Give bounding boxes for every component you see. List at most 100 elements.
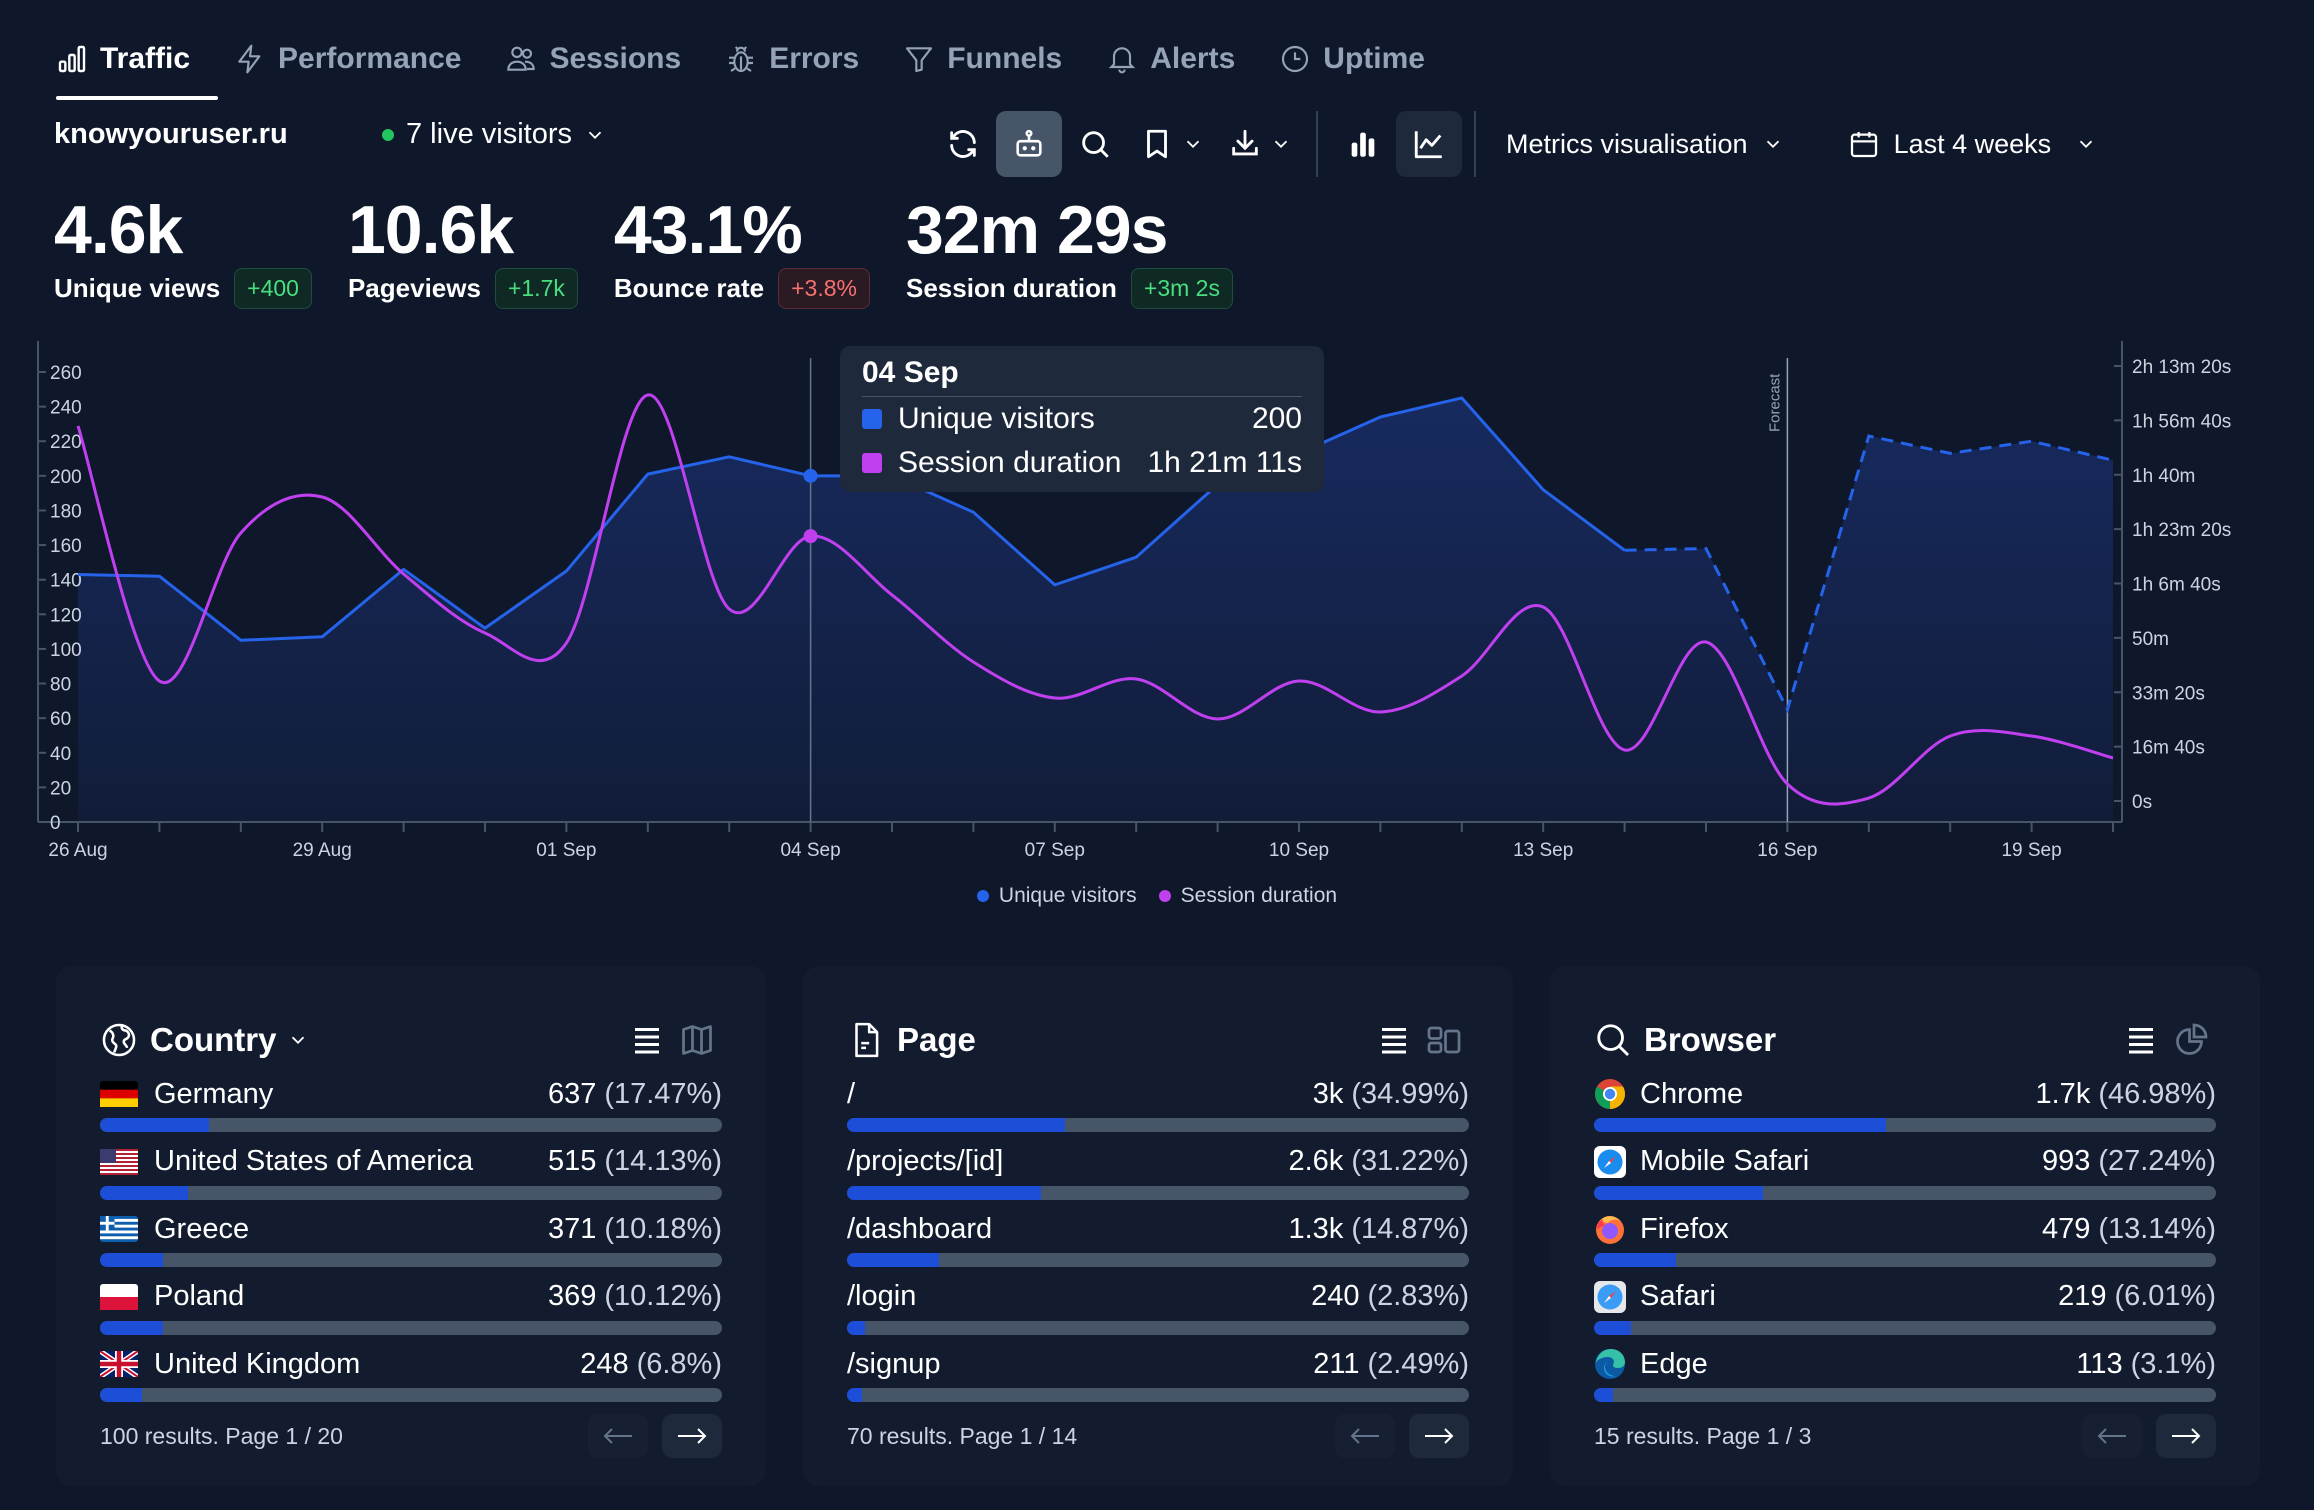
item-name: Greece xyxy=(154,1212,250,1245)
share-bar-fill xyxy=(1594,1118,1887,1132)
list-item[interactable]: Greece 371 (10.18%) xyxy=(100,1209,722,1277)
kpi-change-badge: +3m 2s xyxy=(1130,268,1233,309)
item-percent: (17.47%) xyxy=(604,1077,722,1110)
tab-errors[interactable]: Errors xyxy=(725,30,881,88)
list-item[interactable]: Edge 113 (3.1%) xyxy=(1594,1344,2216,1412)
unique-visitors-point xyxy=(803,468,818,483)
tab-label: Funnels xyxy=(947,42,1063,75)
bookmark-dropdown[interactable] xyxy=(1128,111,1216,177)
item-name: Firefox xyxy=(1640,1212,1729,1245)
legend-item-unique-visitors[interactable]: Unique visitors xyxy=(976,884,1137,908)
item-name: Germany xyxy=(154,1077,274,1110)
tab-uptime[interactable]: Uptime xyxy=(1279,30,1447,88)
list-item[interactable]: Safari 219 (6.01%) xyxy=(1594,1277,2216,1345)
forecast-label: Forecast xyxy=(1766,373,1783,432)
users-icon xyxy=(507,46,536,71)
bar-chart-view-button[interactable] xyxy=(1330,111,1396,177)
tab-performance[interactable]: Performance xyxy=(234,30,483,88)
kpi-value: 43.1% xyxy=(613,192,803,268)
metrics-visualisation-dropdown[interactable]: Metrics visualisation xyxy=(1488,111,1802,177)
live-visitors-dropdown[interactable]: 7 live visitors xyxy=(382,118,606,151)
funnel-icon xyxy=(906,47,933,73)
tab-sessions[interactable]: Sessions xyxy=(505,30,703,88)
share-bar xyxy=(1594,1185,2216,1200)
list-item[interactable]: Poland 369 (10.12%) xyxy=(100,1277,722,1345)
page-panel: Page / 3k (34.99%) /projects/[id] 2.6k (… xyxy=(803,966,1513,1486)
legend-item-session-duration[interactable]: Session duration xyxy=(1158,884,1337,908)
list-item[interactable]: /dashboard 1.3k (14.87%) xyxy=(847,1209,1469,1277)
list-icon xyxy=(2129,1028,2153,1054)
arrow-left-icon xyxy=(2097,1428,2126,1444)
panel-title[interactable]: Country xyxy=(150,1021,277,1059)
y-tick-label: 40 xyxy=(50,744,71,765)
download-dropdown[interactable] xyxy=(1216,111,1304,177)
kpi-change-badge: +400 xyxy=(234,268,312,309)
chevron-down-icon[interactable] xyxy=(287,1029,309,1051)
tooltip-row: Unique visitors 200 xyxy=(862,397,1302,441)
tiles-view-button[interactable] xyxy=(1419,1015,1469,1065)
kpi-session-duration[interactable]: 32m 29s Session duration +3m 2s xyxy=(906,190,1233,309)
y-tick-label: 0 xyxy=(50,813,61,834)
y2-tick-label: 0s xyxy=(2132,792,2152,813)
item-percent: (13.14%) xyxy=(2098,1212,2216,1245)
list-view-button[interactable] xyxy=(1369,1015,1419,1065)
kpi-bounce-rate[interactable]: 43.1% Bounce rate +3.8% xyxy=(614,190,870,309)
share-bar-fill xyxy=(847,1388,863,1402)
kpi-unique-views[interactable]: 4.6k Unique views +400 xyxy=(54,190,312,309)
y-tick-label: 80 xyxy=(50,675,71,696)
list-item[interactable]: Germany 637 (17.47%) xyxy=(100,1074,722,1142)
item-value: 371 xyxy=(547,1212,597,1245)
map-view-button[interactable] xyxy=(672,1015,722,1065)
list-item[interactable]: /projects/[id] 2.6k (31.22%) xyxy=(847,1142,1469,1210)
y2-tick-label: 2h 13m 20s xyxy=(2132,357,2231,378)
list-item[interactable]: United Kingdom 248 (6.8%) xyxy=(100,1344,722,1412)
chevron-down-icon xyxy=(588,131,602,139)
item-value: 113 xyxy=(2076,1347,2123,1380)
pie-view-button[interactable] xyxy=(2166,1015,2216,1065)
chevron-down-icon xyxy=(1186,140,1200,149)
share-bar-fill xyxy=(100,1253,164,1267)
flag-pl-icon xyxy=(100,1283,138,1311)
x-tick-label: 16 Sep xyxy=(1757,840,1817,861)
list-item[interactable]: / 3k (34.99%) xyxy=(847,1074,1469,1142)
bot-filter-button[interactable] xyxy=(996,111,1062,177)
list-icon xyxy=(1382,1028,1406,1054)
share-bar-fill xyxy=(1594,1320,1632,1335)
prev-page-button[interactable] xyxy=(588,1414,648,1458)
kpi-pageviews[interactable]: 10.6k Pageviews +1.7k xyxy=(348,190,578,309)
kpi-label: Bounce rate xyxy=(613,273,765,303)
list-item[interactable]: Chrome 1.7k (46.98%) xyxy=(1594,1074,2216,1142)
tab-traffic[interactable]: Traffic xyxy=(56,30,219,100)
line-chart-view-button[interactable] xyxy=(1396,111,1462,177)
list-item[interactable]: /login 240 (2.83%) xyxy=(847,1277,1469,1345)
list-view-button[interactable] xyxy=(2116,1015,2166,1065)
download-icon xyxy=(1232,129,1258,156)
item-percent: (14.87%) xyxy=(1351,1212,1469,1245)
tooltip-series-name: Session duration xyxy=(898,446,1122,479)
next-page-button[interactable] xyxy=(662,1414,722,1458)
tooltip-swatch xyxy=(862,409,882,429)
list-item[interactable]: United States of America 515 (14.13%) xyxy=(100,1142,722,1210)
list-item[interactable]: Firefox 479 (13.14%) xyxy=(1594,1209,2216,1277)
tab-funnels[interactable]: Funnels xyxy=(903,30,1084,88)
refresh-button[interactable] xyxy=(930,111,996,177)
list-item[interactable]: Mobile Safari 993 (27.24%) xyxy=(1594,1142,2216,1210)
kpi-value: 4.6k xyxy=(54,192,183,268)
prev-page-button[interactable] xyxy=(1335,1414,1395,1458)
next-page-button[interactable] xyxy=(1409,1414,1469,1458)
bug-icon xyxy=(729,46,754,73)
edge-icon xyxy=(1594,1349,1626,1379)
next-page-button[interactable] xyxy=(2156,1414,2216,1458)
tab-alerts[interactable]: Alerts xyxy=(1106,30,1257,88)
list-item[interactable]: /signup 211 (2.49%) xyxy=(847,1344,1469,1412)
date-range-dropdown[interactable]: Last 4 weeks xyxy=(1830,111,2116,177)
panel-title: Page xyxy=(897,1021,976,1058)
list-view-button[interactable] xyxy=(622,1015,672,1065)
tooltip-swatch xyxy=(862,453,882,473)
pagination-info: 15 results. Page 1 / 3 xyxy=(1594,1422,1812,1449)
prev-page-button[interactable] xyxy=(2082,1414,2142,1458)
chart-tooltip: 04 Sep Unique visitors 200 Session durat… xyxy=(840,346,1324,492)
pagination-info: 70 results. Page 1 / 14 xyxy=(847,1422,1078,1449)
search-button[interactable] xyxy=(1062,111,1128,177)
item-name: Edge xyxy=(1640,1347,1708,1380)
